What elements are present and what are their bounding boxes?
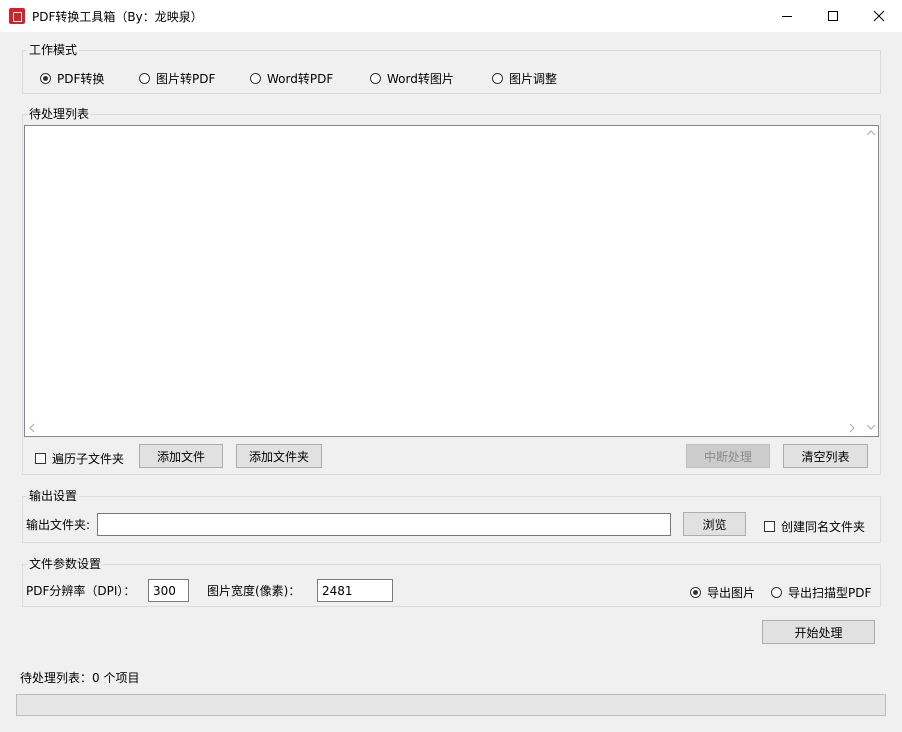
window-title: PDF转换工具箱（By：龙映泉） [32,10,203,24]
mode-radio-word-to-pdf[interactable]: Word转PDF [250,70,333,87]
radio-icon [771,587,782,598]
scroll-right-icon[interactable] [847,422,857,434]
dpi-input[interactable]: 300 [148,579,189,602]
output-folder-input[interactable] [97,513,671,536]
maximize-icon [828,11,838,21]
close-button[interactable] [856,0,902,32]
create-same-name-folder-label: 创建同名文件夹 [781,520,866,534]
pdf-app-icon [9,8,25,24]
mode-label-pdf-convert: PDF转换 [57,72,105,86]
close-icon [873,10,885,22]
clear-list-button[interactable]: 清空列表 [783,444,868,468]
file-list[interactable] [24,125,879,437]
export-scan-pdf-radio[interactable]: 导出扫描型PDF [771,584,871,601]
checkbox-icon [764,521,775,532]
add-file-button[interactable]: 添加文件 [139,444,223,468]
export-image-radio[interactable]: 导出图片 [690,584,755,601]
progress-bar [16,694,886,716]
image-width-input[interactable]: 2481 [317,579,393,602]
queue-status-text: 待处理列表：0 个项目 [20,671,140,685]
abort-button[interactable]: 中断处理 [686,444,770,468]
output-legend: 输出设置 [27,489,80,503]
minimize-button[interactable] [764,0,810,32]
mode-radio-image-adjust[interactable]: 图片调整 [492,70,557,87]
maximize-button[interactable] [810,0,856,32]
dpi-label: PDF分辨率（DPI）： [26,584,136,598]
recurse-subfolders-checkbox[interactable]: 遍历子文件夹 [35,450,124,467]
radio-icon [370,73,381,84]
add-folder-button[interactable]: 添加文件夹 [236,444,322,468]
mode-label-word-to-pdf: Word转PDF [267,72,334,86]
radio-selected-icon [690,587,701,598]
mode-radio-pdf-convert[interactable]: PDF转换 [40,70,104,87]
title-bar: PDF转换工具箱（By：龙映泉） [0,0,902,32]
radio-icon [250,73,261,84]
image-width-label: 图片宽度(像素)： [207,584,301,598]
params-legend: 文件参数设置 [27,557,104,571]
mode-label-word-to-image: Word转图片 [387,72,454,86]
scroll-left-icon[interactable] [27,422,37,434]
mode-radio-word-to-image[interactable]: Word转图片 [370,70,454,87]
checkbox-icon [35,453,46,464]
radio-selected-icon [40,73,51,84]
export-image-label: 导出图片 [707,586,756,600]
browse-button[interactable]: 浏览 [683,512,746,536]
recurse-subfolders-label: 遍历子文件夹 [52,452,125,466]
scroll-up-icon[interactable] [865,128,877,138]
start-processing-button[interactable]: 开始处理 [762,620,875,644]
queue-legend: 待处理列表 [27,107,92,121]
mode-radio-image-to-pdf[interactable]: 图片转PDF [139,70,215,87]
radio-icon [492,73,503,84]
export-scan-pdf-label: 导出扫描型PDF [788,586,872,600]
output-folder-label: 输出文件夹: [26,518,91,532]
create-same-name-folder-checkbox[interactable]: 创建同名文件夹 [764,518,865,535]
scroll-down-icon[interactable] [865,422,877,432]
mode-label-image-adjust: 图片调整 [509,72,558,86]
mode-legend: 工作模式 [27,43,80,57]
radio-icon [139,73,150,84]
minimize-icon [782,16,792,17]
mode-label-image-to-pdf: 图片转PDF [156,72,216,86]
